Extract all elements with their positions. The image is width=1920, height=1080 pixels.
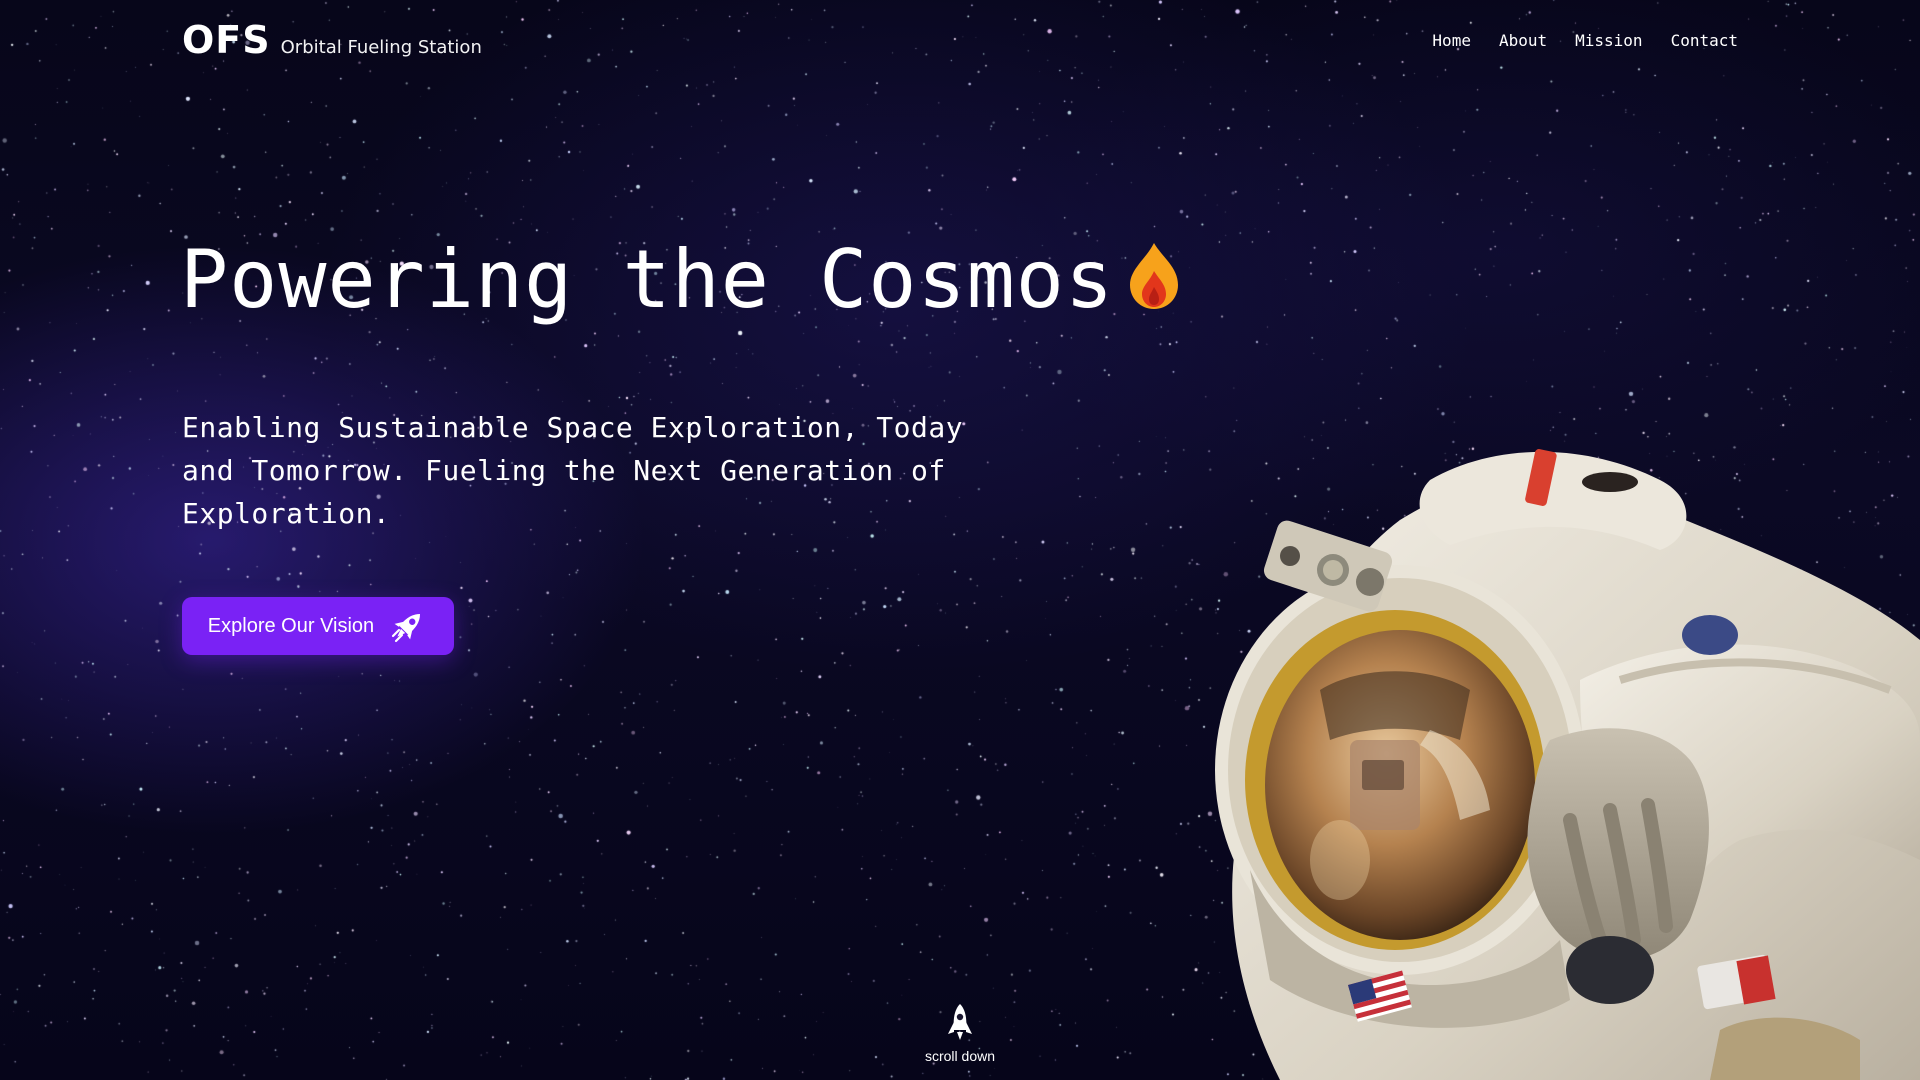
brand-logo: OFS [182, 18, 271, 62]
explore-vision-label: Explore Our Vision [207, 614, 375, 637]
nav-mission[interactable]: Mission [1575, 31, 1642, 50]
scroll-down-label: scroll down [924, 1048, 996, 1064]
explore-vision-button[interactable]: Explore Our Vision [182, 597, 454, 655]
scroll-down-indicator[interactable]: scroll down [922, 1002, 998, 1064]
page-title: Powering the Cosmos [180, 233, 1115, 326]
hero-section: OFS Orbital Fueling Station Home About M… [0, 0, 1920, 1080]
rocket-icon [948, 1004, 972, 1040]
nav-about[interactable]: About [1499, 31, 1547, 50]
flame-icon [1130, 243, 1179, 309]
hero-headline: Powering the Cosmos [180, 240, 1182, 320]
main-nav: Home About Mission Contact [1432, 31, 1738, 50]
brand-tagline: Orbital Fueling Station [280, 37, 482, 58]
nav-home[interactable]: Home [1432, 31, 1471, 50]
site-header: OFS Orbital Fueling Station Home About M… [182, 20, 1738, 60]
rocket-icon [392, 613, 421, 643]
nav-contact[interactable]: Contact [1671, 31, 1738, 50]
brand-home-link[interactable]: OFS Orbital Fueling Station [182, 21, 482, 59]
astronaut-illustration [1215, 449, 1920, 1080]
hero-subtext: Enabling Sustainable Space Exploration, … [182, 411, 964, 530]
